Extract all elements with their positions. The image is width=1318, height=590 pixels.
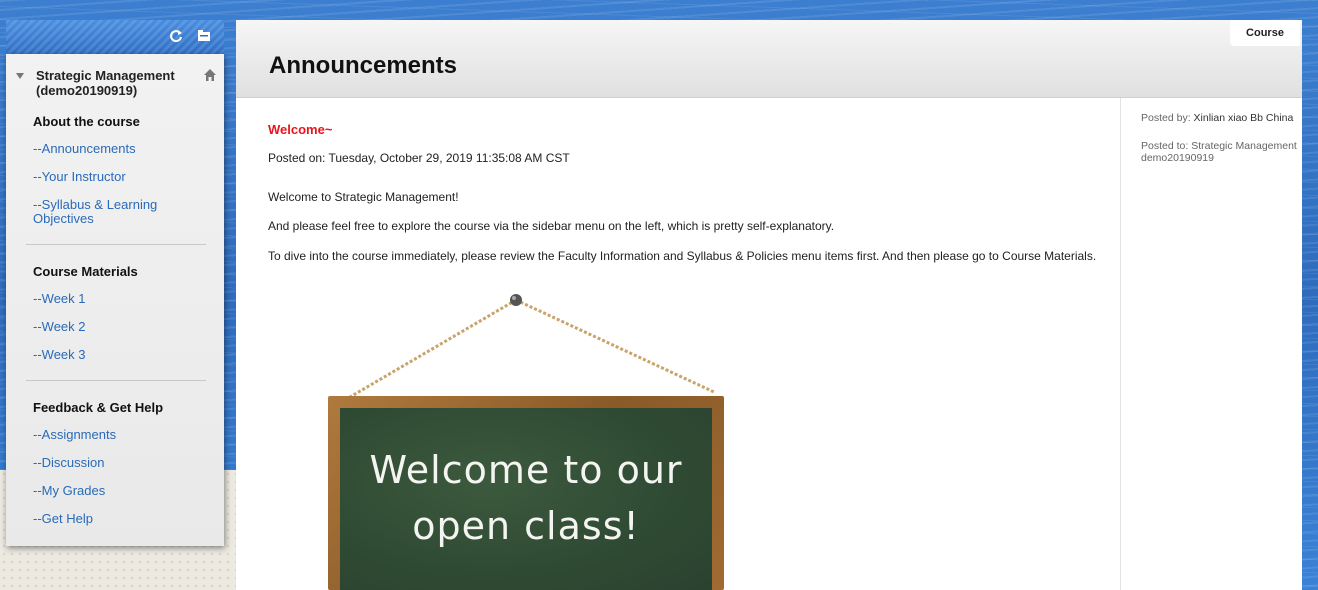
section-course-materials: Course Materials --Week 1 --Week 2 --Wee… (6, 264, 224, 362)
chalkboard-text-line2: open class! (412, 504, 640, 548)
section-title: Course Materials (33, 264, 138, 279)
announcement-paragraph: And please feel free to explore the cour… (268, 219, 835, 233)
collapse-triangle-icon[interactable] (16, 73, 24, 79)
posted-by: Posted by: Xinlian xiao Bb China (1141, 112, 1301, 124)
divider (26, 380, 206, 381)
course-header: Strategic Management (demo20190919) (6, 54, 224, 112)
section-title: About the course (33, 114, 140, 129)
section-title: Feedback & Get Help (33, 400, 164, 415)
announcement-paragraph: Welcome to Strategic Management! (268, 190, 459, 204)
announcement-title: Welcome~ (268, 122, 333, 137)
posted-by-label: Posted by: (1141, 112, 1191, 124)
welcome-chalkboard-image: Welcome to our open class! (320, 292, 740, 590)
sidebar-item-my-grades[interactable]: --My Grades (6, 484, 224, 498)
home-icon[interactable] (203, 68, 217, 82)
posted-by-value: Xinlian xiao Bb China (1193, 112, 1294, 124)
sidebar-item-announcements[interactable]: --Announcements (6, 142, 224, 156)
section-feedback-help: Feedback & Get Help --Assignments --Disc… (6, 400, 224, 526)
sidebar-item-discussion[interactable]: --Discussion (6, 456, 224, 470)
sidebar-item-syllabus[interactable]: --Syllabus & Learning Objectives (6, 198, 186, 226)
post-meta-column: Posted by: Xinlian xiao Bb China Posted … (1120, 98, 1302, 590)
sidebar-item-assignments[interactable]: --Assignments (6, 428, 224, 442)
tab-course[interactable]: Course (1230, 20, 1300, 46)
announcement-paragraph: To dive into the course immediately, ple… (268, 249, 1097, 263)
course-sidebar: Strategic Management (demo20190919) Abou… (6, 54, 224, 546)
posted-on: Posted on: Tuesday, October 29, 2019 11:… (268, 151, 570, 165)
page-header: Announcements Course (236, 20, 1302, 98)
section-about-course: About the course --Announcements --Your … (6, 114, 224, 226)
page-title: Announcements (269, 52, 458, 79)
refresh-icon[interactable] (166, 26, 186, 46)
sidebar-toolbar (6, 20, 224, 54)
folder-icon[interactable] (194, 26, 214, 46)
chalkboard-text-line1: Welcome to our (369, 448, 683, 492)
sidebar-item-week-2[interactable]: --Week 2 (6, 320, 224, 334)
sidebar-item-get-help[interactable]: --Get Help (6, 512, 224, 526)
hanging-rope-icon (337, 294, 715, 406)
sidebar-item-week-1[interactable]: --Week 1 (6, 292, 224, 306)
chalkboard-surface: Welcome to our open class! (340, 408, 712, 590)
sidebar-item-week-3[interactable]: --Week 3 (6, 348, 224, 362)
sidebar-item-your-instructor[interactable]: --Your Instructor (6, 170, 224, 184)
chalkboard-frame: Welcome to our open class! (328, 396, 724, 590)
course-title[interactable]: Strategic Management (demo20190919) (36, 68, 186, 98)
posted-to: Posted to: Strategic Management demo2019… (1141, 140, 1301, 164)
divider (26, 244, 206, 245)
main-content: Announcements Course Welcome~ Posted on:… (236, 20, 1302, 590)
posted-to-label: Posted to: (1141, 140, 1189, 152)
